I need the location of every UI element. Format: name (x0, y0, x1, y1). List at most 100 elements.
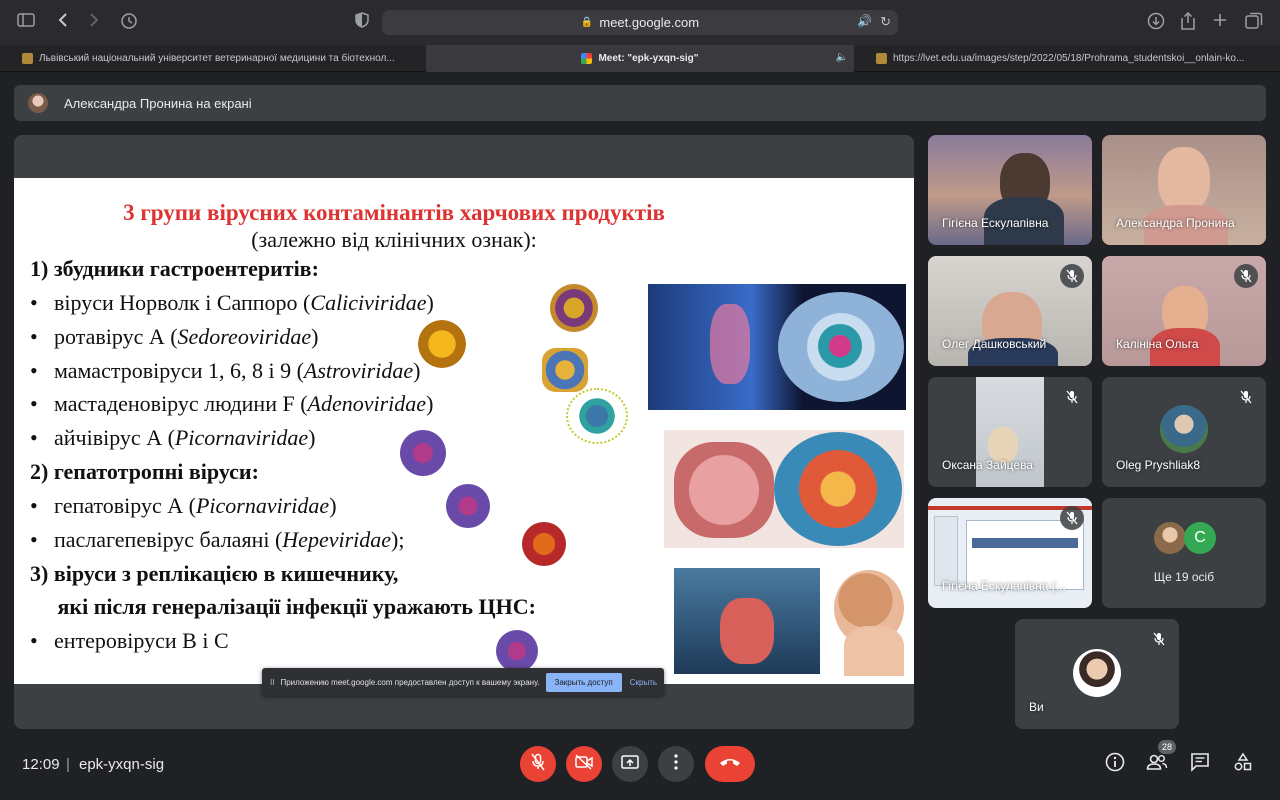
slide-line: • паслагепевірус балаяні (Hepeviridae); (30, 527, 404, 553)
line-text: айчівірус А ( (54, 425, 175, 450)
chat-icon (1190, 752, 1210, 777)
participant-name: Ви (1029, 700, 1044, 714)
chat-button[interactable] (1188, 752, 1212, 776)
stop-sharing-button[interactable]: Закрыть доступ (545, 672, 622, 692)
tab-overview-icon[interactable] (1244, 12, 1264, 32)
lock-icon: 🔒 (580, 17, 594, 28)
people-icon (1146, 753, 1168, 776)
present-now-button[interactable] (612, 746, 648, 782)
slide-subtitle: (залежно від клінічних ознак): (251, 227, 537, 252)
taxon-name: Hepeviridae (282, 527, 392, 552)
privacy-shield-icon[interactable] (352, 12, 372, 32)
participant-tile[interactable]: Гігієна Ескулапівна (... (928, 498, 1092, 608)
activities-shapes-icon (1233, 752, 1253, 777)
sidebar-toggle-icon[interactable] (16, 12, 36, 32)
new-tab-icon[interactable] (1210, 12, 1230, 32)
calicivirus-illustration (550, 284, 598, 332)
separator: | (66, 756, 70, 773)
taxon-name: Adenoviridae (307, 391, 427, 416)
line-text: гепатовірус А ( (54, 493, 196, 518)
bullet: • (30, 290, 38, 315)
activities-button[interactable] (1231, 752, 1255, 776)
muted-mic-icon (1234, 385, 1258, 409)
muted-mic-icon (1060, 385, 1084, 409)
bullet: • (30, 425, 38, 450)
history-icon[interactable] (119, 12, 139, 32)
camera-off-button[interactable] (566, 746, 602, 782)
gut-virus-illustration (648, 284, 906, 410)
muted-mic-icon (1060, 264, 1084, 288)
reload-icon[interactable]: ↻ (880, 14, 891, 30)
aichivirus-illustration (400, 430, 446, 476)
taxon-name: Sedoreoviridae (177, 324, 312, 349)
slide-line: • ентеровіруси В і С (30, 628, 229, 654)
participant-tile[interactable]: Oleg Pryshliak8 (1102, 377, 1266, 487)
meeting-details-button[interactable] (1103, 752, 1127, 776)
tab-program-pdf[interactable]: https://lvet.edu.ua/images/step/2022/05/… (854, 45, 1280, 72)
line-tail: ) (329, 493, 337, 518)
slide-line: • мастаденовірус людини F (Adenoviridae) (30, 391, 433, 417)
participant-tile[interactable]: Калініна Ольга (1102, 256, 1266, 366)
tab-university[interactable]: Львівський національний університет вете… (0, 45, 426, 72)
rotavirus-illustration (418, 320, 466, 368)
avatar (1073, 649, 1121, 697)
taxon-name: Picornaviridae (195, 493, 330, 518)
forward-icon[interactable] (84, 12, 104, 32)
presenter-text: Александра Пронина на екрані (64, 95, 252, 111)
more-participants-tile[interactable]: C Ще 19 осіб (1102, 498, 1266, 608)
tab-audio-icon[interactable]: 🔊 (857, 14, 872, 28)
slide-line: • гепатовірус А (Picornaviridae) (30, 493, 337, 519)
url-text: meet.google.com (599, 15, 700, 30)
bullet: • (30, 324, 38, 349)
muted-mic-icon (1060, 506, 1084, 530)
leave-call-button[interactable] (705, 746, 755, 782)
line-tail: ) (311, 324, 319, 349)
participant-tile[interactable]: Оксана Зайцева (928, 377, 1092, 487)
slide-line: 1) збудники гастроентеритів: (30, 256, 319, 282)
enterovirus-illustration (496, 630, 538, 672)
line-tail: ) (426, 290, 434, 315)
avatar (1154, 522, 1186, 554)
meet-favicon-icon (581, 53, 593, 64)
tab-audio-icon[interactable]: 🔈 (836, 52, 848, 63)
self-tile[interactable]: Ви (1015, 619, 1179, 729)
bullet: • (30, 527, 38, 552)
info-icon (1105, 752, 1125, 777)
line-text: які після генералізації інфекції уражают… (30, 594, 536, 619)
share-icon[interactable] (1178, 11, 1198, 32)
line-text: 1) збудники гастроентеритів: (30, 256, 319, 281)
pause-share-icon[interactable]: II (270, 678, 274, 687)
tab-meet[interactable]: Meet: "epk-yxqn-sig" 🔈 (426, 45, 854, 72)
more-options-button[interactable] (658, 746, 694, 782)
participant-name: Калініна Ольга (1116, 337, 1199, 351)
people-button[interactable] (1145, 752, 1169, 776)
line-tail: ); (391, 527, 405, 552)
astrovirus-illustration (542, 348, 588, 392)
bullet: • (30, 493, 38, 518)
adenovirus-illustration (566, 388, 628, 444)
hide-notification-button[interactable]: Скрыть (630, 678, 657, 687)
university-favicon-icon (876, 53, 887, 64)
line-text: мамастровіруси 1, 6, 8 і 9 ( (54, 358, 304, 383)
back-icon[interactable] (53, 12, 73, 32)
mic-off-button[interactable] (520, 746, 556, 782)
address-bar[interactable]: 🔒 meet.google.com 🔊 ↻ (382, 10, 898, 35)
avatar: C (1184, 522, 1216, 554)
downloads-icon[interactable] (1146, 12, 1166, 32)
participant-name: Гігієна Ескулапівна (... (942, 579, 1066, 593)
taxon-name: Astroviridae (303, 358, 414, 383)
slide-line: • ротавірус А (Sedoreoviridae) (30, 324, 318, 350)
share-notification-text: Приложению meet.google.com предоставлен … (280, 677, 540, 687)
participant-tile[interactable]: Гігієна Ескулапівна (928, 135, 1092, 245)
avatar (1160, 405, 1208, 453)
slide-line: 3) віруси з реплікацією в кишечнику, (30, 561, 398, 587)
slide-line: 2) гепатотропні віруси: (30, 459, 259, 485)
slide-line: • віруси Норволк і Саппоро (Caliciviridae… (30, 290, 434, 316)
meeting-controls-bar: 12:09 | epk-yxqn-sig 28 (0, 740, 1280, 800)
participant-tile[interactable]: Александра Пронина (1102, 135, 1266, 245)
hepevirus-illustration (522, 522, 566, 566)
participant-tile[interactable]: Олег Дашковський (928, 256, 1092, 366)
line-tail: ) (308, 425, 316, 450)
participant-name: Оксана Зайцева (942, 458, 1033, 472)
line-text: мастаденовірус людини F ( (54, 391, 308, 416)
